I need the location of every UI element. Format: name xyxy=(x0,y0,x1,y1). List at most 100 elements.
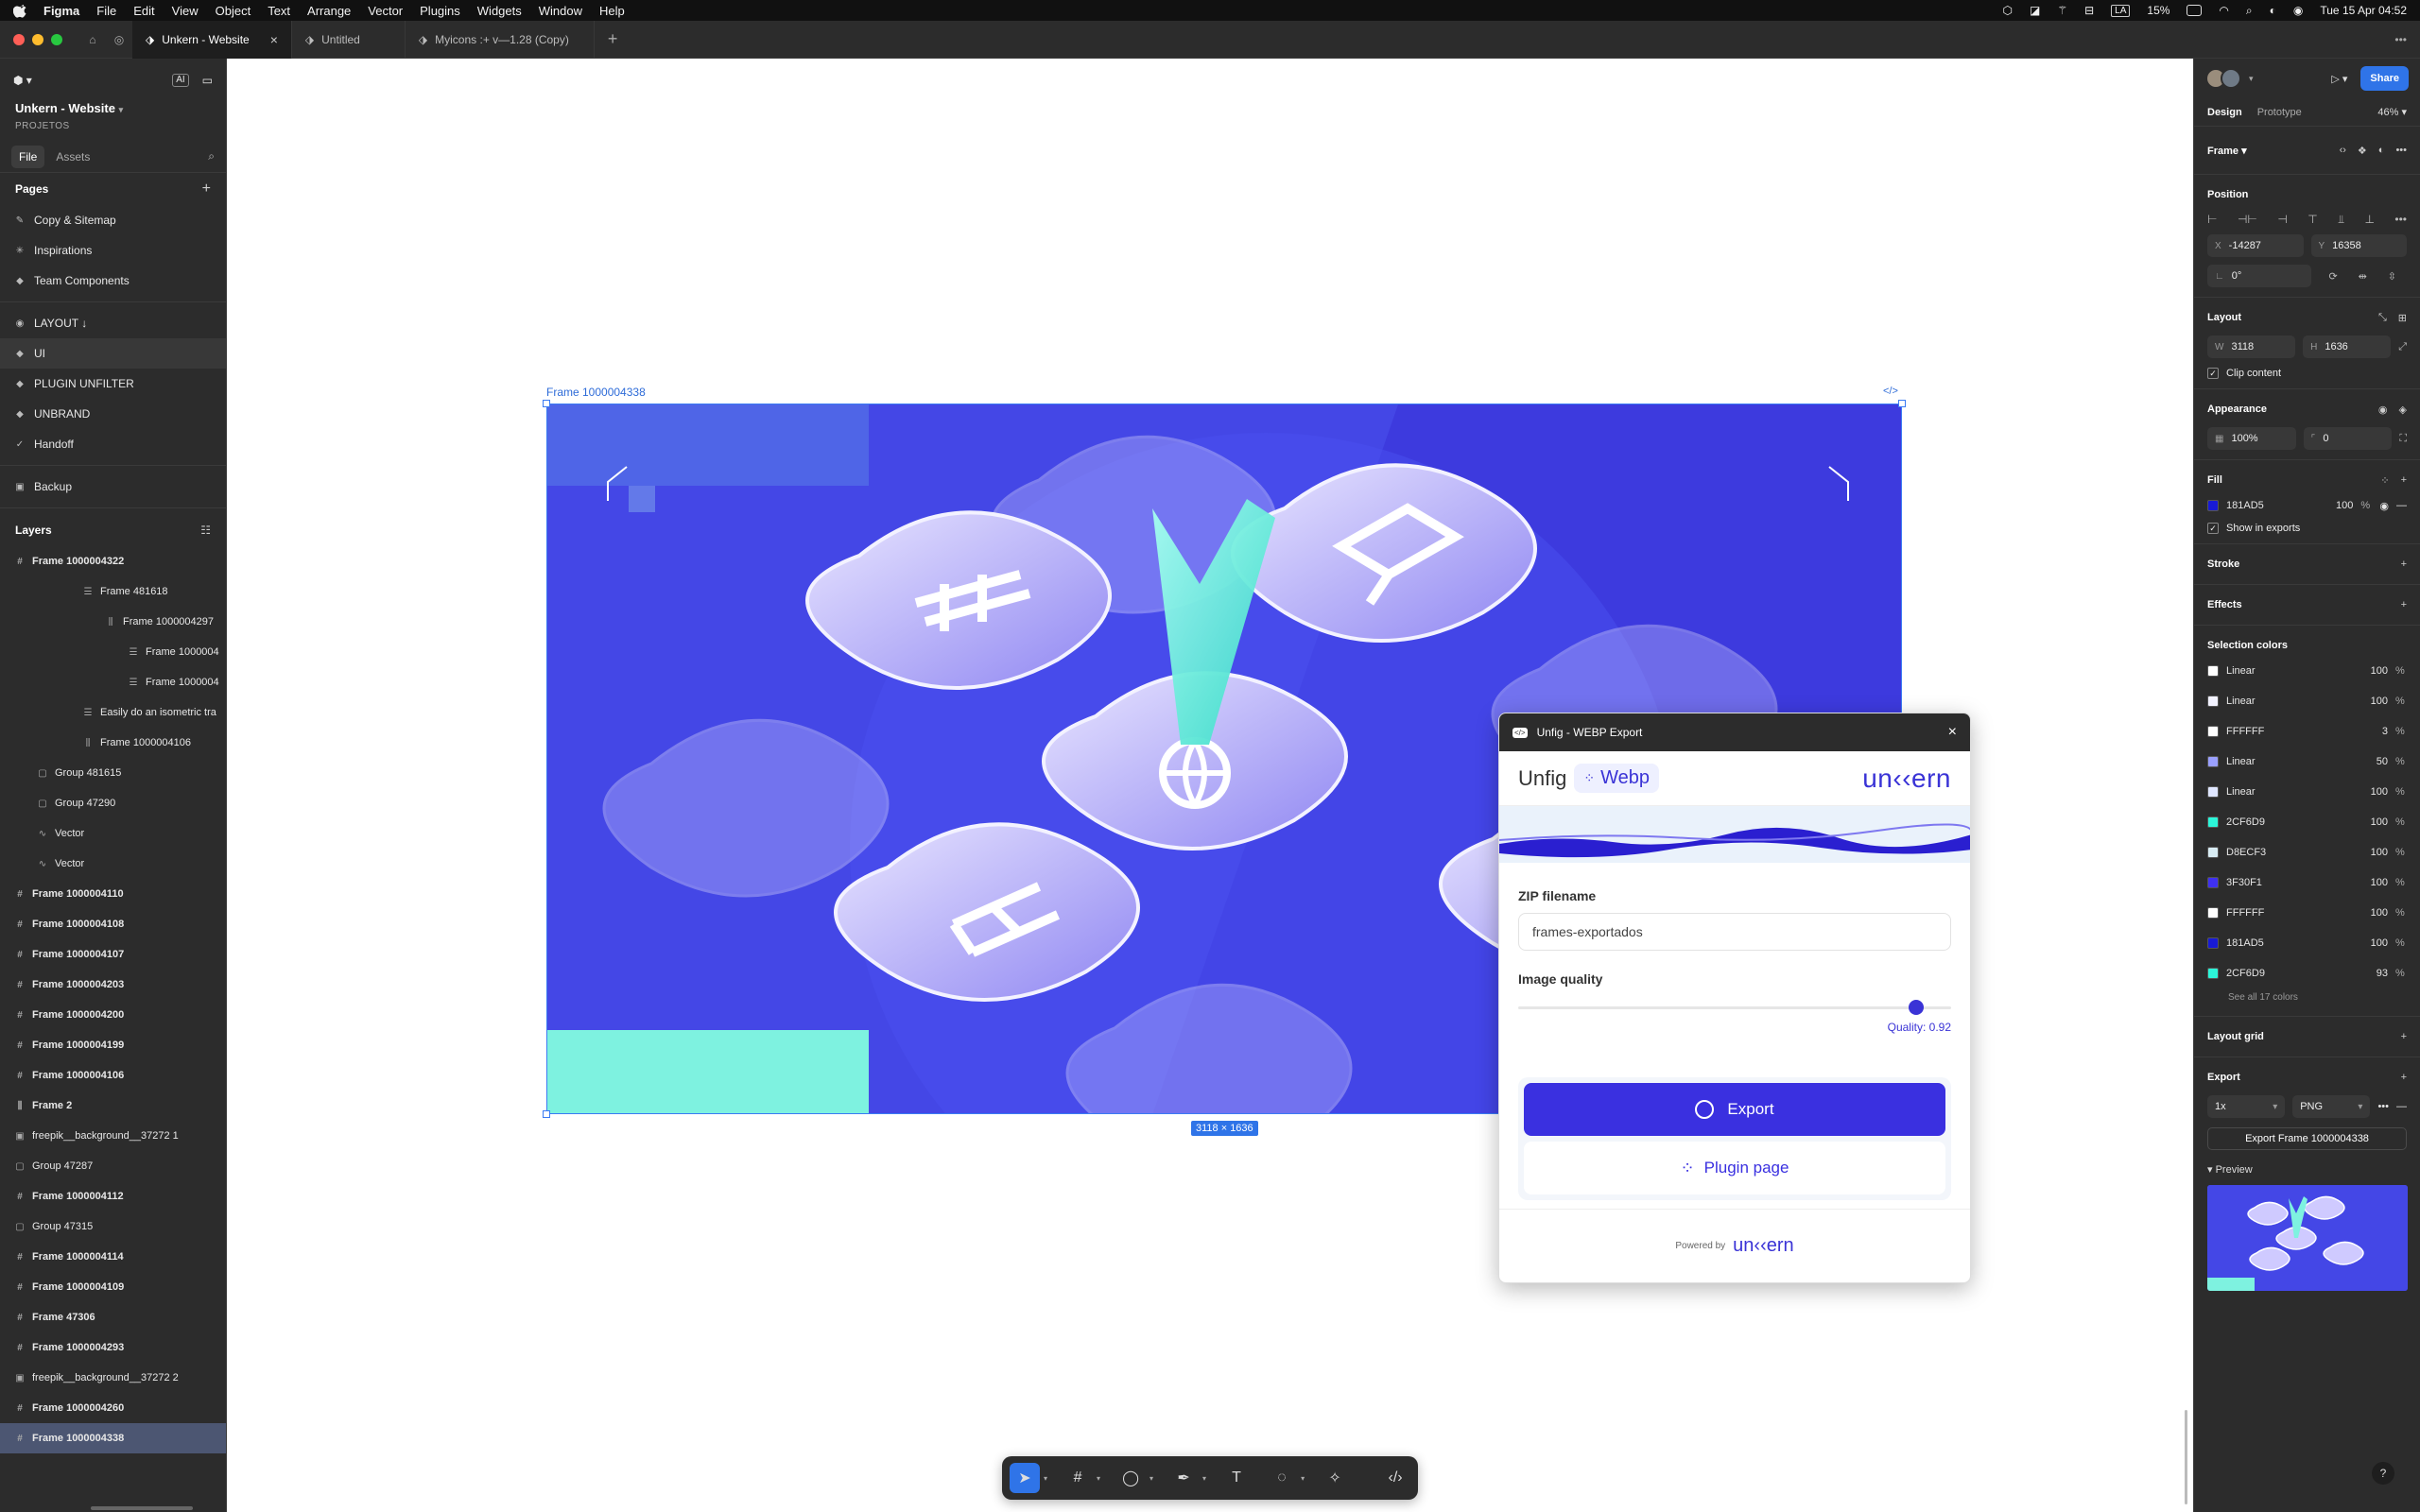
selection-color-row[interactable]: Linear 100% xyxy=(2207,656,2407,686)
layer-row[interactable]: ▣ freepik__background__37272 2 xyxy=(0,1363,226,1393)
slider-knob[interactable] xyxy=(1909,1000,1925,1015)
color-label[interactable]: Linear xyxy=(2226,786,2354,798)
selection-color-row[interactable]: 3F30F1 100% xyxy=(2207,868,2407,898)
clip-content-checkbox[interactable]: ✓ Clip content xyxy=(2207,368,2407,379)
page-item[interactable]: ✳ Inspirations xyxy=(0,235,226,266)
zoom-window-button[interactable] xyxy=(51,33,62,45)
rotate-icon[interactable]: ⟳ xyxy=(2328,270,2337,283)
align-middle-icon[interactable]: ⫫ xyxy=(2338,213,2344,227)
blend-icon[interactable]: ◈ xyxy=(2399,404,2407,416)
layer-row[interactable]: # Frame 1000004200 xyxy=(0,1000,226,1030)
chevron-down-icon[interactable]: ▾ xyxy=(2249,74,2254,84)
rotation-input[interactable]: ∟ 0° xyxy=(2207,265,2311,287)
color-label[interactable]: 2CF6D9 xyxy=(2226,816,2354,828)
plugin-page-button[interactable]: ⁘ Plugin page xyxy=(1524,1142,1945,1194)
more-icon[interactable]: ••• xyxy=(2394,33,2407,46)
plugin-header[interactable]: </> Unfig - WEBP Export × xyxy=(1499,713,1970,751)
layer-row[interactable]: ⫼ Frame 1000004297 xyxy=(0,607,226,637)
preview-toggle[interactable]: ▾ Preview xyxy=(2207,1163,2407,1176)
width-input[interactable]: W 3118 xyxy=(2207,335,2296,358)
tab-file[interactable]: File xyxy=(11,145,45,168)
project-name[interactable]: Unkern - Website ▾ xyxy=(15,101,211,115)
layer-row[interactable]: ▢ Group 481615 xyxy=(0,758,226,788)
flip-horizontal-icon[interactable]: ⇹ xyxy=(2359,270,2367,283)
color-swatch[interactable] xyxy=(2207,726,2219,737)
move-tool[interactable]: ➤ ▾ xyxy=(1010,1463,1047,1493)
color-label[interactable]: 2CF6D9 xyxy=(2226,968,2354,979)
menu-window[interactable]: Window xyxy=(539,4,582,18)
control-center-icon[interactable]: ◐ xyxy=(2270,4,2276,17)
sparkle-icon[interactable]: ✧ xyxy=(1320,1463,1350,1493)
close-window-button[interactable] xyxy=(13,33,25,45)
remove-export-icon[interactable]: — xyxy=(2396,1101,2407,1112)
layer-row[interactable]: ▣ freepik__background__37272 1 xyxy=(0,1121,226,1151)
battery-icon[interactable] xyxy=(2187,5,2203,16)
ai-icon[interactable]: AI xyxy=(172,73,189,87)
layer-row[interactable]: # Frame 1000004338 xyxy=(0,1423,226,1453)
pen-tool[interactable]: ✒ ▾ xyxy=(1168,1463,1206,1493)
selection-color-row[interactable]: D8ECF3 100% xyxy=(2207,837,2407,868)
color-swatch[interactable] xyxy=(2207,756,2219,767)
resize-handle[interactable] xyxy=(543,400,550,407)
slider-track[interactable] xyxy=(1518,1006,1951,1009)
add-effect-icon[interactable]: + xyxy=(2401,599,2407,610)
zoom-level[interactable]: 46% ▾ xyxy=(2377,106,2407,118)
quality-slider[interactable] xyxy=(1518,1000,1951,1015)
selection-color-row[interactable]: 2CF6D9 93% xyxy=(2207,958,2407,988)
help-button[interactable]: ? xyxy=(2372,1462,2394,1485)
color-swatch[interactable] xyxy=(2207,968,2219,979)
tab-myicons[interactable]: ⬗ Myicons :+ v—1.28 (Copy) xyxy=(406,20,595,59)
frame-tool[interactable]: # ▾ xyxy=(1063,1463,1100,1493)
tab-prototype[interactable]: Prototype xyxy=(2257,107,2302,118)
more-icon[interactable]: ••• xyxy=(2394,213,2407,227)
tab-untitled[interactable]: ⬗ Untitled xyxy=(292,20,406,59)
layer-row[interactable]: # Frame 1000004107 xyxy=(0,939,226,970)
tab-unkern-website[interactable]: ⬗ Unkern - Website × xyxy=(132,20,292,59)
layer-row[interactable]: # Frame 1000004106 xyxy=(0,1060,226,1091)
layer-row[interactable]: # Frame 47306 xyxy=(0,1302,226,1332)
layer-row[interactable]: # Frame 1000004293 xyxy=(0,1332,226,1363)
input-source[interactable]: LA xyxy=(2111,4,2131,17)
layer-row[interactable]: ▢ Group 47315 xyxy=(0,1211,226,1242)
frame-icon[interactable]: # xyxy=(1063,1463,1093,1493)
component-icon[interactable]: ❖ xyxy=(2358,145,2367,157)
remove-fill-icon[interactable]: — xyxy=(2396,500,2407,511)
horizontal-scrollbar[interactable] xyxy=(91,1506,193,1510)
color-opacity[interactable]: 100 xyxy=(2361,937,2388,949)
color-opacity[interactable]: 93 xyxy=(2361,968,2388,979)
actions-tool[interactable]: ✧ xyxy=(1320,1463,1350,1493)
menu-app-figma[interactable]: Figma xyxy=(43,4,79,18)
layer-row[interactable]: ∿ Vector xyxy=(0,818,226,849)
page-item[interactable]: ◆ Team Components xyxy=(0,266,226,296)
chevron-down-icon[interactable]: ▾ xyxy=(1044,1474,1047,1483)
code-icon[interactable]: ‹/› xyxy=(1380,1463,1410,1493)
layer-row[interactable]: # Frame 1000004199 xyxy=(0,1030,226,1060)
add-layout-grid-icon[interactable]: + xyxy=(2401,1031,2407,1042)
share-button[interactable]: Share xyxy=(2360,66,2409,91)
apple-logo-icon[interactable] xyxy=(13,3,28,18)
layer-row[interactable]: # Frame 1000004112 xyxy=(0,1181,226,1211)
present-icon[interactable]: ▷ ▾ xyxy=(2331,73,2347,85)
code-icon[interactable]: ‹› xyxy=(2340,145,2346,157)
menu-view[interactable]: View xyxy=(172,4,199,18)
color-opacity[interactable]: 50 xyxy=(2361,756,2388,767)
layer-row[interactable]: # Frame 1000004109 xyxy=(0,1272,226,1302)
layer-row[interactable]: # Frame 1000004260 xyxy=(0,1393,226,1423)
color-label[interactable]: 181AD5 xyxy=(2226,937,2354,949)
add-stroke-icon[interactable]: + xyxy=(2401,558,2407,570)
mask-icon[interactable]: ◐ xyxy=(2378,145,2385,157)
menu-arrange[interactable]: Arrange xyxy=(307,4,351,18)
align-right-icon[interactable]: ⊣ xyxy=(2277,213,2287,227)
eye-icon[interactable]: ◉ xyxy=(2379,500,2389,512)
layer-row[interactable]: ⫼ Frame 1000004106 xyxy=(0,728,226,758)
layer-row[interactable]: ☰ Frame 1000004 xyxy=(0,667,226,697)
eye-icon[interactable]: ◉ xyxy=(2378,404,2388,416)
color-label[interactable]: FFFFFF xyxy=(2226,907,2354,919)
styles-icon[interactable]: ⁘ xyxy=(2380,474,2389,487)
color-swatch[interactable] xyxy=(2207,847,2219,858)
color-label[interactable]: D8ECF3 xyxy=(2226,847,2354,858)
ellipse-icon[interactable]: ◯ xyxy=(1115,1463,1146,1493)
selection-color-row[interactable]: 181AD5 100% xyxy=(2207,928,2407,958)
align-bottom-icon[interactable]: ⊥ xyxy=(2364,213,2374,227)
car-icon[interactable]: ⊟ xyxy=(2084,4,2094,17)
